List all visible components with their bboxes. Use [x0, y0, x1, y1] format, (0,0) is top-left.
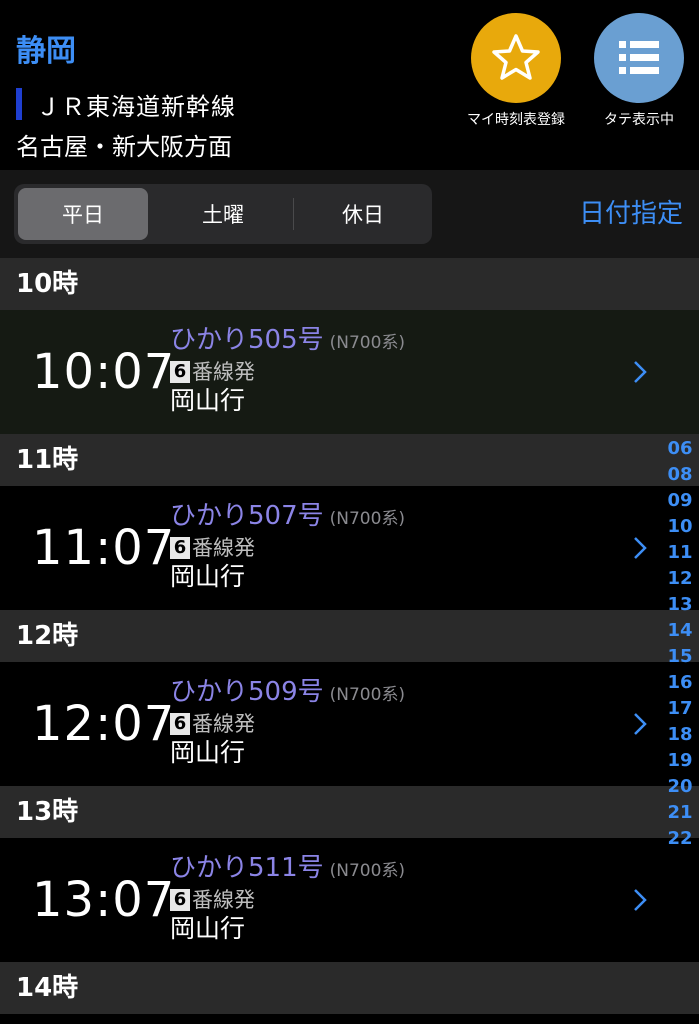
hour-label: 10時: [16, 269, 79, 299]
train-row[interactable]: 13:07 ひかり511号 (N700系) 6 番線発 岡山行: [0, 838, 699, 962]
segment-divider: [293, 198, 294, 230]
vertical-view-button[interactable]: タテ表示中: [584, 13, 694, 129]
hour-index-item[interactable]: 10: [662, 514, 698, 540]
train-name: ひかり511号 (N700系): [170, 853, 406, 883]
hour-label: 12時: [16, 621, 79, 651]
platform-info: 6 番線発: [170, 710, 255, 738]
platform-number: 6: [170, 537, 190, 559]
destination: 岡山行: [170, 914, 246, 943]
vertical-view-label: タテ表示中: [604, 112, 674, 128]
hour-index-item[interactable]: 17: [662, 696, 698, 722]
platform-number: 6: [170, 713, 190, 735]
train-type: (N700系): [329, 861, 406, 881]
day-segmented-control: 平日 土曜 休日: [14, 184, 432, 244]
hour-label: 11時: [16, 445, 79, 475]
hour-label: 14時: [16, 973, 79, 1003]
day-tab-bar: 平日 土曜 休日 日付指定: [0, 170, 699, 258]
hour-index-item[interactable]: 14: [662, 618, 698, 644]
chevron-right-icon: [634, 713, 647, 735]
departure-time: 12:07: [32, 696, 176, 752]
line-name: ＪＲ東海道新幹線: [36, 92, 236, 121]
list-icon: [594, 13, 684, 103]
hour-index-item[interactable]: 18: [662, 722, 698, 748]
train-row[interactable]: 12:07 ひかり509号 (N700系) 6 番線発 岡山行: [0, 662, 699, 786]
hour-index-item[interactable]: 20: [662, 774, 698, 800]
train-type: (N700系): [329, 685, 406, 705]
hour-index-item[interactable]: 15: [662, 644, 698, 670]
destination: 岡山行: [170, 562, 246, 591]
hour-index-item[interactable]: 13: [662, 592, 698, 618]
hour-header: 11時: [0, 434, 699, 486]
hour-index-item[interactable]: 09: [662, 488, 698, 514]
train-name: ひかり507号 (N700系): [170, 501, 406, 531]
destination: 岡山行: [170, 738, 246, 767]
hour-header: 10時: [0, 258, 699, 310]
platform-info: 6 番線発: [170, 886, 255, 914]
direction-label: 名古屋・新大阪方面: [16, 133, 232, 161]
platform-number: 6: [170, 361, 190, 383]
hour-index-item[interactable]: 08: [662, 462, 698, 488]
hour-index-item[interactable]: 19: [662, 748, 698, 774]
departure-time: 13:07: [32, 872, 176, 928]
platform-info: 6 番線発: [170, 534, 255, 562]
train-type: (N700系): [329, 333, 406, 353]
destination: 岡山行: [170, 386, 246, 415]
train-row[interactable]: 10:07 ひかり505号 (N700系) 6 番線発 岡山行: [0, 310, 699, 434]
train-name: ひかり505号 (N700系): [170, 325, 406, 355]
tab-weekday[interactable]: 平日: [18, 188, 148, 240]
chevron-right-icon: [634, 889, 647, 911]
line-color-bar: [16, 88, 22, 120]
line-row: ＪＲ東海道新幹線: [16, 88, 236, 121]
hour-label: 13時: [16, 797, 79, 827]
departure-time: 11:07: [32, 520, 176, 576]
tab-holiday[interactable]: 休日: [298, 188, 428, 240]
date-select-button[interactable]: 日付指定: [579, 192, 683, 236]
hour-header: 14時: [0, 962, 699, 1014]
departure-time: 10:07: [32, 344, 176, 400]
platform-info: 6 番線発: [170, 358, 255, 386]
hour-header: 12時: [0, 610, 699, 662]
my-timetable-label: マイ時刻表登録: [467, 112, 565, 128]
chevron-right-icon: [634, 361, 647, 383]
hour-index-item[interactable]: 11: [662, 540, 698, 566]
hour-index: 06 08 09 10 11 12 13 14 15 16 17 18 19 2…: [662, 436, 698, 852]
chevron-right-icon: [634, 537, 647, 559]
tab-saturday[interactable]: 土曜: [158, 188, 288, 240]
platform-number: 6: [170, 889, 190, 911]
hour-index-item[interactable]: 21: [662, 800, 698, 826]
train-row[interactable]: 11:07 ひかり507号 (N700系) 6 番線発 岡山行: [0, 486, 699, 610]
hour-index-item[interactable]: 22: [662, 826, 698, 852]
my-timetable-button[interactable]: マイ時刻表登録: [461, 13, 571, 129]
train-name: ひかり509号 (N700系): [170, 677, 406, 707]
hour-index-item[interactable]: 06: [662, 436, 698, 462]
star-icon: [471, 13, 561, 103]
hour-index-item[interactable]: 16: [662, 670, 698, 696]
hour-index-item[interactable]: 12: [662, 566, 698, 592]
hour-header: 13時: [0, 786, 699, 838]
train-type: (N700系): [329, 509, 406, 529]
station-name: 静岡: [16, 34, 76, 69]
